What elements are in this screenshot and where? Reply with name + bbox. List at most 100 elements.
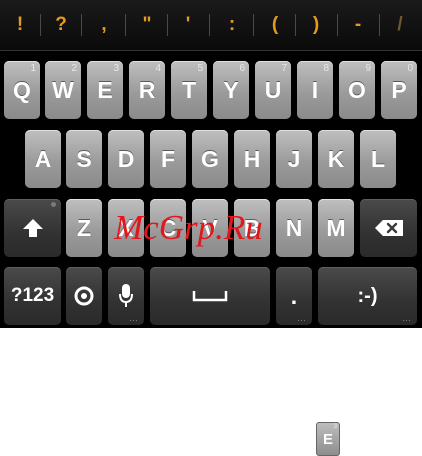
microphone-icon xyxy=(118,283,134,309)
key-label: H xyxy=(243,145,261,172)
key-label: Y xyxy=(223,76,239,103)
key-t[interactable]: T5 xyxy=(171,61,207,119)
key-label: J xyxy=(287,145,301,172)
key-d[interactable]: D xyxy=(108,130,144,188)
backspace-icon xyxy=(374,219,404,237)
long-press-dots: … xyxy=(129,313,139,323)
key-j[interactable]: J xyxy=(276,130,312,188)
key-h[interactable]: H xyxy=(234,130,270,188)
key-label: I xyxy=(311,76,319,103)
key-f[interactable]: F xyxy=(150,130,186,188)
key-label: V xyxy=(202,214,218,241)
key-u[interactable]: U7 xyxy=(255,61,291,119)
key-label: E xyxy=(97,76,113,103)
suggestion-strip: ! ? , " ' : ( ) - / xyxy=(0,0,422,51)
key-x[interactable]: X xyxy=(108,199,144,257)
key-hint: 1 xyxy=(30,63,36,74)
delete-key[interactable] xyxy=(360,199,417,257)
key-hint: 3 xyxy=(113,63,119,74)
key-label: X xyxy=(118,214,134,241)
key-hint: 5 xyxy=(197,63,203,74)
key-label: A xyxy=(34,145,52,172)
symbols-key[interactable]: ?123 xyxy=(4,267,61,325)
key-l[interactable]: L xyxy=(360,130,396,188)
key-label: S xyxy=(76,145,92,172)
suggestion-divider xyxy=(125,14,126,36)
key-m[interactable]: M xyxy=(318,199,354,257)
suggestion-question[interactable]: ? xyxy=(41,0,81,50)
soft-keyboard: ! ? , " ' : ( ) - / Q1 W2 E3 R4 T5 Y6 U7… xyxy=(0,0,422,328)
key-hint: 2 xyxy=(71,63,77,74)
key-c[interactable]: C xyxy=(150,199,186,257)
key-q[interactable]: Q1 xyxy=(4,61,40,119)
key-y[interactable]: Y6 xyxy=(213,61,249,119)
key-label: . xyxy=(290,282,298,309)
key-preview-hint: 3 xyxy=(333,424,337,430)
space-bar-icon xyxy=(192,289,228,303)
long-press-dots: … xyxy=(402,313,412,323)
key-z[interactable]: Z xyxy=(66,199,102,257)
suggestion-open-paren[interactable]: ( xyxy=(255,0,295,50)
key-label: M xyxy=(326,214,346,241)
space-bar[interactable] xyxy=(150,267,270,325)
key-preview-label: E xyxy=(322,430,333,448)
period-key[interactable]: .… xyxy=(276,267,312,325)
key-o[interactable]: O9 xyxy=(339,61,375,119)
key-a[interactable]: A xyxy=(25,130,61,188)
key-s[interactable]: S xyxy=(66,130,102,188)
shift-arrow-icon xyxy=(22,217,44,239)
key-r[interactable]: R4 xyxy=(129,61,165,119)
suggestion-divider xyxy=(209,14,210,36)
key-e[interactable]: E3 xyxy=(87,61,123,119)
suggestion-double-quote[interactable]: " xyxy=(127,0,167,50)
key-label: U xyxy=(264,76,282,103)
key-label: G xyxy=(201,145,219,172)
key-label: O xyxy=(348,76,366,103)
voice-input-key[interactable]: … xyxy=(108,267,144,325)
key-v[interactable]: V xyxy=(192,199,228,257)
settings-icon xyxy=(74,286,94,306)
key-label: Q xyxy=(13,76,31,103)
smiley-key[interactable]: :-) … xyxy=(318,267,417,325)
key-g[interactable]: G xyxy=(192,130,228,188)
shift-key[interactable] xyxy=(4,199,61,257)
suggestion-exclamation[interactable]: ! xyxy=(0,0,40,50)
key-label: L xyxy=(370,145,386,172)
suggestion-divider xyxy=(81,14,82,36)
key-hint: 7 xyxy=(281,63,287,74)
shift-lock-indicator xyxy=(51,202,56,207)
key-hint: 9 xyxy=(365,63,371,74)
key-n[interactable]: N xyxy=(276,199,312,257)
key-p[interactable]: P0 xyxy=(381,61,417,119)
suggestion-apostrophe[interactable]: ' xyxy=(168,0,208,50)
key-hint: 6 xyxy=(239,63,245,74)
key-label: R xyxy=(138,76,156,103)
key-label: T xyxy=(181,76,197,103)
suggestion-divider xyxy=(253,14,254,36)
key-w[interactable]: W2 xyxy=(45,61,81,119)
key-label: B xyxy=(243,214,261,241)
suggestion-comma[interactable]: , xyxy=(84,0,124,50)
key-label: K xyxy=(327,145,345,172)
key-label: F xyxy=(160,145,176,172)
key-label: D xyxy=(117,145,135,172)
key-k[interactable]: K xyxy=(318,130,354,188)
suggestion-close-paren[interactable]: ) xyxy=(296,0,336,50)
settings-key[interactable] xyxy=(66,267,102,325)
key-label: :-) xyxy=(357,284,378,307)
key-label: C xyxy=(159,214,177,241)
key-label: N xyxy=(285,214,303,241)
key-hint: 4 xyxy=(155,63,161,74)
key-label: P xyxy=(391,76,407,103)
key-label: W xyxy=(52,76,74,103)
long-press-dots: … xyxy=(297,313,307,323)
suggestion-colon[interactable]: : xyxy=(212,0,252,50)
key-b[interactable]: B xyxy=(234,199,270,257)
key-i[interactable]: I8 xyxy=(297,61,333,119)
suggestion-slash[interactable]: / xyxy=(380,0,420,50)
key-hint: 0 xyxy=(407,63,413,74)
key-label: ?123 xyxy=(10,285,55,306)
suggestion-hyphen[interactable]: - xyxy=(338,0,378,50)
key-label: Z xyxy=(76,214,92,241)
key-hint: 8 xyxy=(323,63,329,74)
